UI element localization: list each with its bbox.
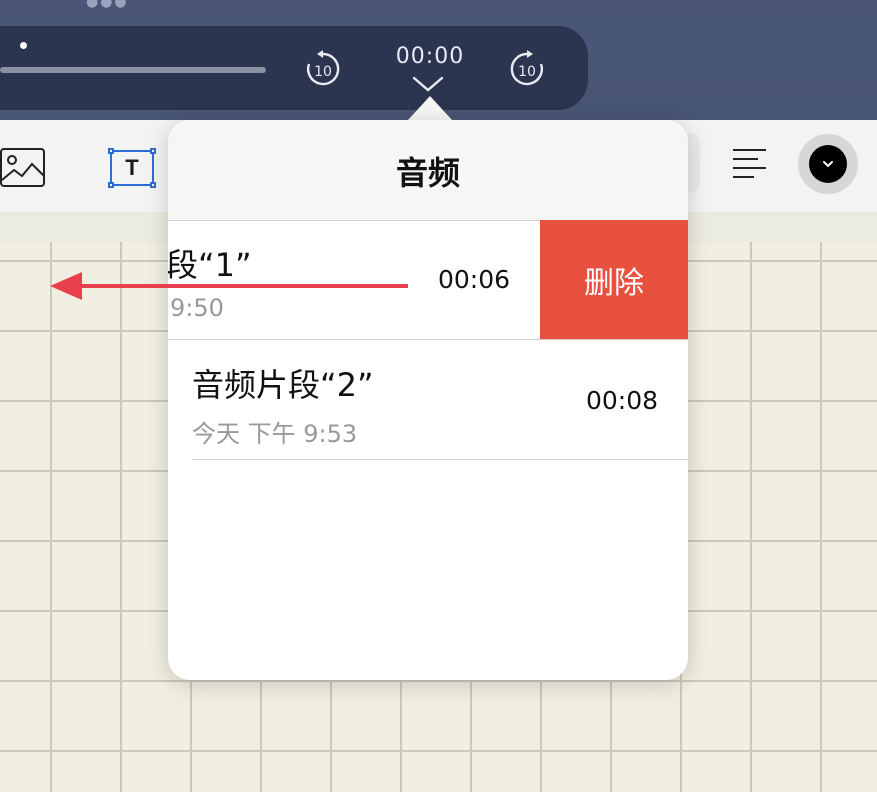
color-picker-button[interactable] [798, 134, 858, 194]
playback-scrubber[interactable] [0, 67, 266, 73]
toolbar-segment [688, 133, 700, 193]
popover-arrow [408, 96, 452, 120]
swipe-left-arrow-icon [50, 272, 408, 300]
skip-back-button[interactable]: 10 [304, 50, 342, 88]
recording-duration: 00:08 [586, 386, 659, 415]
more-dots-icon[interactable]: ●●● [86, 0, 129, 10]
recording-time: 今天 下午 9:53 [192, 420, 358, 448]
recording-indicator-dot [20, 42, 27, 49]
recording-duration: 00:06 [438, 265, 511, 294]
text-box-button[interactable]: T [108, 148, 156, 188]
playback-time: 00:00 [395, 44, 465, 69]
resize-handle [108, 148, 114, 154]
audio-popover: 音频 段“1” 9:50 00:06 删除 音频片段“2” 今天 下午 9:53… [168, 120, 688, 680]
align-left-icon[interactable] [732, 148, 768, 180]
svg-text:10: 10 [518, 64, 536, 80]
resize-handle [150, 182, 156, 188]
chevron-down-icon [823, 161, 833, 168]
audio-player-bar: 10 00:00 10 [0, 26, 588, 110]
delete-button[interactable]: 删除 [540, 220, 688, 339]
text-tool-glyph: T [125, 155, 139, 180]
svg-text:10: 10 [314, 64, 332, 80]
popover-header: 音频 [168, 120, 688, 221]
chevron-down-icon[interactable] [412, 76, 444, 92]
list-item[interactable]: 音频片段“2” 今天 下午 9:53 00:08 [168, 340, 688, 460]
skip-back-10-icon: 10 [306, 50, 340, 86]
skip-forward-button[interactable]: 10 [508, 50, 546, 88]
resize-handle [108, 182, 114, 188]
skip-forward-10-icon: 10 [510, 50, 544, 86]
recording-name: 音频片段“2” [192, 366, 374, 404]
divider [192, 459, 688, 460]
image-icon[interactable] [0, 148, 46, 188]
popover-title: 音频 [395, 154, 460, 192]
resize-handle [150, 148, 156, 154]
color-swatch [809, 145, 847, 183]
